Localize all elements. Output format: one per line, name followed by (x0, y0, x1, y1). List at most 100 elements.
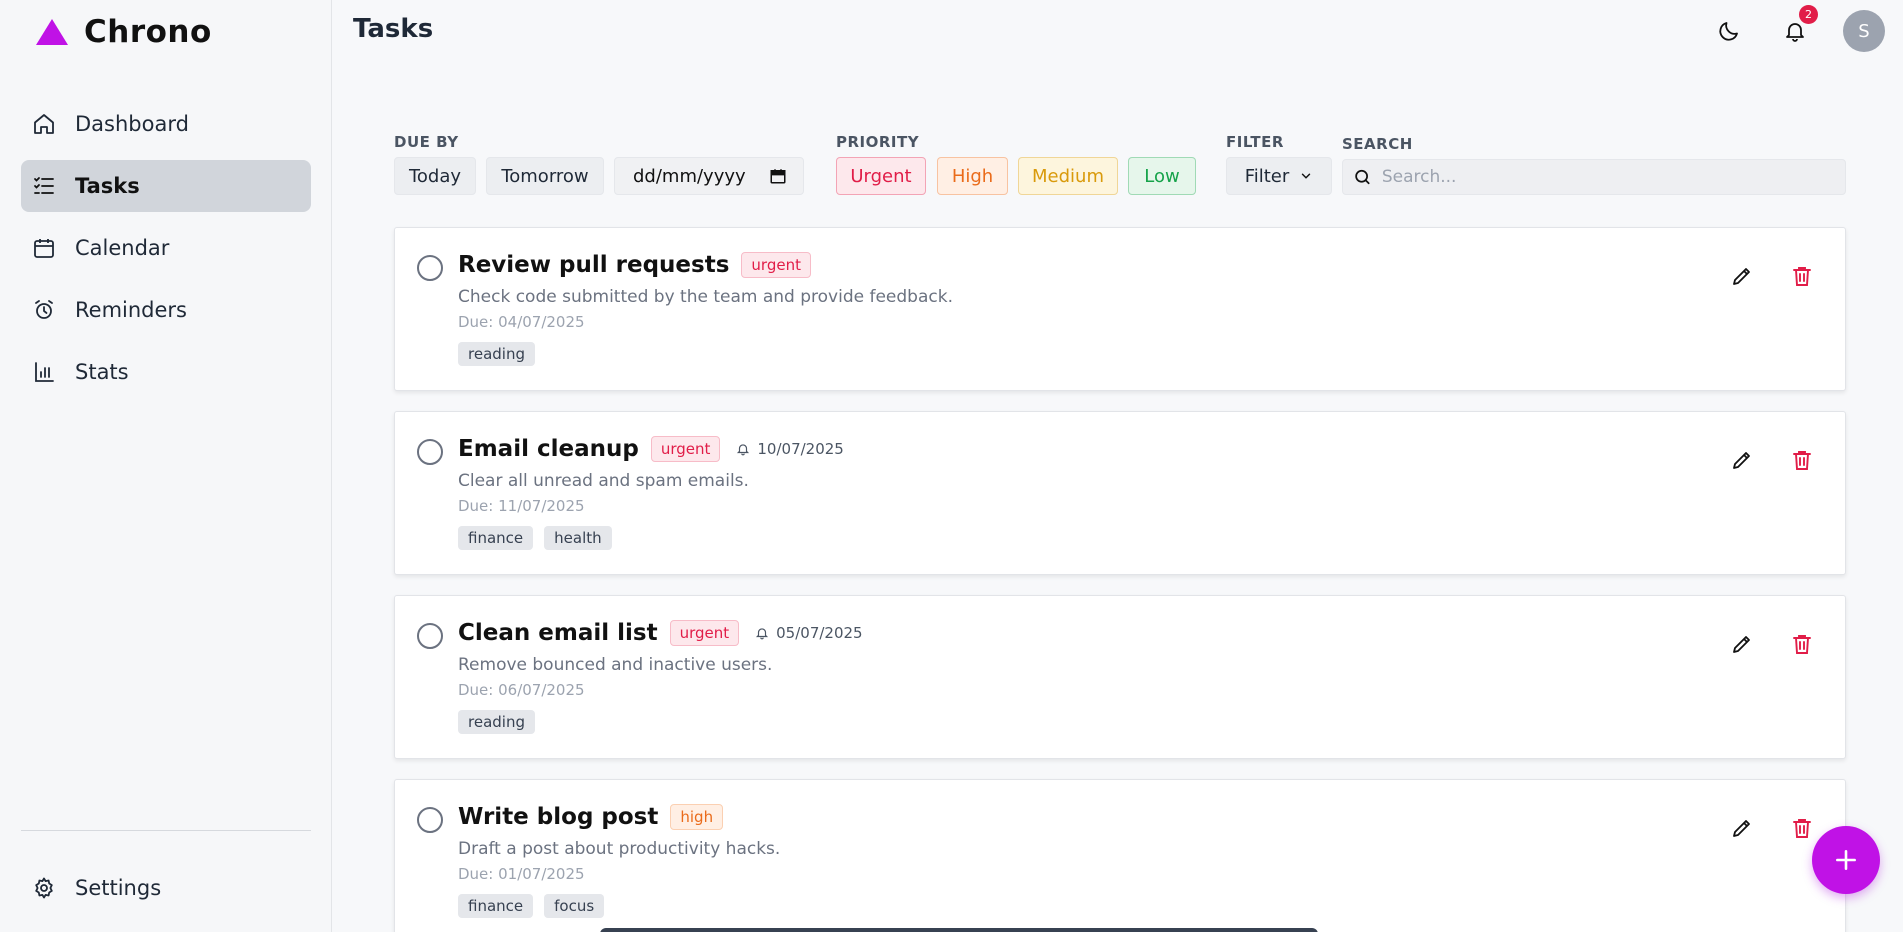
task-header: Review pull requests urgent (458, 252, 811, 278)
sidebar-item-label: Stats (75, 360, 129, 384)
bell-icon (756, 628, 769, 640)
reminder-date: 10/07/2025 (757, 440, 844, 458)
brand[interactable]: Chrono (34, 14, 212, 50)
delete-button[interactable] (1789, 631, 1815, 657)
avatar[interactable]: S (1843, 10, 1885, 52)
due-by-label: DUE BY (394, 133, 459, 151)
sidebar-item-label: Tasks (75, 174, 140, 198)
sidebar-item-calendar[interactable]: Calendar (21, 222, 311, 274)
edit-button[interactable] (1729, 447, 1755, 473)
priority-low-button[interactable]: Low (1128, 157, 1196, 195)
due-date-input[interactable]: dd/mm/yyyy (614, 157, 804, 195)
task-header: Email cleanup urgent 10/07/2025 (458, 436, 844, 462)
bottom-toast-edge (600, 928, 1318, 932)
pencil-icon (1733, 636, 1750, 653)
delete-button[interactable] (1789, 447, 1815, 473)
trash-icon (1793, 451, 1811, 470)
app-name: Chrono (84, 14, 212, 50)
filter-dropdown[interactable]: Filter (1226, 157, 1332, 195)
task-card[interactable]: Write blog post high Draft a post about … (394, 779, 1846, 932)
search-icon (1355, 169, 1370, 185)
theme-toggle-button[interactable] (1711, 10, 1747, 52)
task-description: Remove bounced and inactive users. (458, 655, 773, 675)
add-task-button[interactable] (1812, 826, 1880, 894)
search-input[interactable] (1381, 167, 1845, 187)
sidebar-item-settings[interactable]: Settings (21, 862, 311, 914)
list-check-icon (31, 173, 57, 199)
moon-icon (1719, 22, 1738, 41)
priority-badge: urgent (669, 620, 740, 646)
task-tags: reading (458, 710, 535, 734)
delete-button[interactable] (1789, 815, 1815, 841)
reminder: 05/07/2025 (755, 624, 863, 642)
task-description: Draft a post about productivity hacks. (458, 839, 781, 859)
task-description: Clear all unread and spam emails. (458, 471, 749, 491)
page-title: Tasks (353, 14, 434, 44)
search-box (1342, 159, 1846, 195)
notifications-button[interactable]: 2 (1777, 5, 1818, 52)
task-actions (1729, 815, 1815, 841)
notification-badge: 2 (1799, 5, 1818, 24)
search-label: SEARCH (1342, 135, 1413, 153)
sidebar-item-tasks[interactable]: Tasks (21, 160, 311, 212)
sidebar-item-label: Dashboard (75, 112, 189, 136)
task-card[interactable]: Review pull requests urgent Check code s… (394, 227, 1846, 391)
task-due-date: Due: 11/07/2025 (458, 497, 585, 515)
delete-button[interactable] (1789, 263, 1815, 289)
edit-button[interactable] (1729, 815, 1755, 841)
filter-bar: DUE BY Today Tomorrow dd/mm/yyyy PRIORIT… (394, 130, 1846, 200)
sidebar-item-label: Reminders (75, 298, 187, 322)
sidebar-divider (21, 830, 311, 831)
priority-label: PRIORITY (836, 133, 920, 151)
task-card[interactable]: Email cleanup urgent 10/07/2025 Clear al… (394, 411, 1846, 575)
sidebar: Chrono Dashboard Tasks Calendar Reminder… (0, 0, 332, 932)
task-due-date: Due: 06/07/2025 (458, 681, 585, 699)
tag: reading (458, 710, 535, 734)
sidebar-item-stats[interactable]: Stats (21, 346, 311, 398)
tag: finance (458, 894, 534, 918)
task-tags: reading (458, 342, 535, 366)
task-actions (1729, 631, 1815, 657)
complete-checkbox[interactable] (417, 807, 443, 833)
gear-icon (31, 875, 57, 901)
task-title: Review pull requests (458, 252, 730, 278)
tomorrow-button[interactable]: Tomorrow (486, 157, 604, 195)
calendar-icon (31, 235, 57, 261)
task-title: Write blog post (458, 804, 659, 830)
priority-high-button[interactable]: High (937, 157, 1008, 195)
trash-icon (1793, 267, 1811, 286)
tag: health (544, 526, 612, 550)
tag: reading (458, 342, 535, 366)
priority-badge: urgent (650, 436, 721, 462)
today-button[interactable]: Today (394, 157, 476, 195)
settings-label: Settings (75, 876, 162, 900)
home-icon (31, 111, 57, 137)
pencil-icon (1733, 452, 1750, 469)
task-card[interactable]: Clean email list urgent 05/07/2025 Remov… (394, 595, 1846, 759)
complete-checkbox[interactable] (417, 255, 443, 281)
pencil-icon (1733, 268, 1750, 285)
bar-chart-icon (31, 359, 57, 385)
priority-medium-button[interactable]: Medium (1018, 157, 1118, 195)
filter-dropdown-label: Filter (1244, 165, 1290, 187)
priority-badge: high (670, 804, 724, 830)
edit-button[interactable] (1729, 263, 1755, 289)
complete-checkbox[interactable] (417, 623, 443, 649)
task-header: Write blog post high (458, 804, 724, 830)
sidebar-nav: Dashboard Tasks Calendar Reminders Stats (21, 98, 311, 408)
trash-icon (1793, 819, 1811, 838)
complete-checkbox[interactable] (417, 439, 443, 465)
reminder: 10/07/2025 (736, 440, 844, 458)
filter-label: FILTER (1226, 133, 1284, 151)
task-title: Clean email list (458, 620, 658, 646)
chevron-down-icon (1302, 173, 1311, 179)
date-placeholder: dd/mm/yyyy (633, 165, 746, 187)
sidebar-item-label: Calendar (75, 236, 170, 260)
reminder-date: 05/07/2025 (776, 624, 863, 642)
edit-button[interactable] (1729, 631, 1755, 657)
sidebar-item-dashboard[interactable]: Dashboard (21, 98, 311, 150)
priority-urgent-button[interactable]: Urgent (836, 157, 926, 195)
sidebar-item-reminders[interactable]: Reminders (21, 284, 311, 336)
pencil-icon (1733, 820, 1750, 837)
task-tags: finance focus (458, 894, 605, 918)
